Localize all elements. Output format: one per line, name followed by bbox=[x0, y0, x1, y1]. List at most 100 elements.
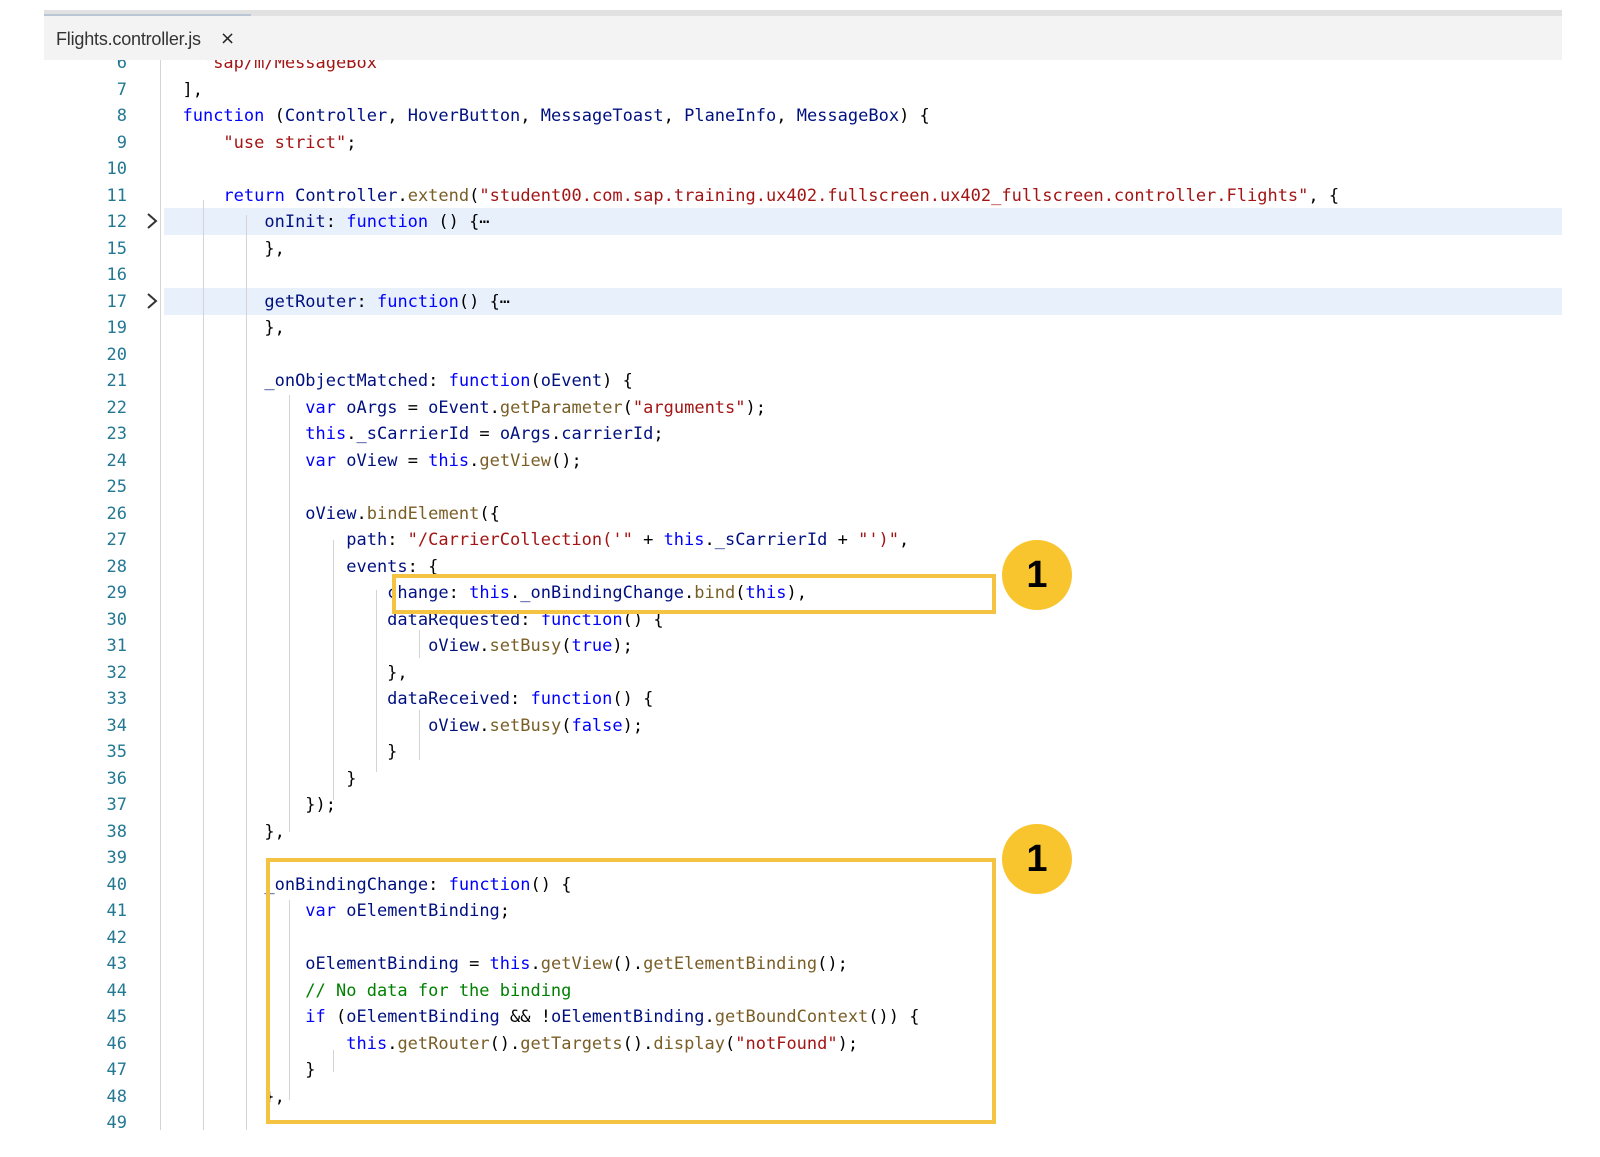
code-line[interactable]: 8 function (Controller, HoverButton, Mes… bbox=[44, 102, 1562, 129]
line-number: 24 bbox=[106, 450, 127, 471]
line-number: 10 bbox=[106, 159, 127, 179]
chevron-right-icon[interactable] bbox=[144, 291, 160, 311]
code-line[interactable]: 34 oView.setBusy(false); bbox=[44, 712, 1562, 739]
editor-tab[interactable]: Flights.controller.js × bbox=[44, 14, 251, 60]
line-number: 33 bbox=[106, 689, 127, 709]
line-number: 7 bbox=[116, 79, 127, 100]
line-number: 26 bbox=[106, 503, 127, 524]
code-text: oView.bindElement({ bbox=[305, 503, 500, 524]
code-line[interactable]: 24 var oView = this.getView(); bbox=[44, 447, 1562, 474]
code-line[interactable]: 37 }); bbox=[44, 791, 1562, 818]
code-text: return Controller.extend("student00.com.… bbox=[223, 185, 1340, 206]
callout-box-change bbox=[392, 574, 996, 614]
close-icon[interactable]: × bbox=[220, 28, 235, 49]
code-text: _onObjectMatched: function(oEvent) { bbox=[264, 371, 633, 391]
indent-guide bbox=[376, 590, 377, 772]
code-line[interactable]: 38 }, bbox=[44, 818, 1562, 845]
code-text: path: "/CarrierCollection('" + this._sCa… bbox=[346, 530, 910, 550]
indent-guide bbox=[333, 540, 334, 800]
line-number: 27 bbox=[106, 530, 127, 550]
code-line[interactable]: 12 onInit: function () {⋯ bbox=[44, 208, 1562, 235]
code-line[interactable]: 26 oView.bindElement({ bbox=[44, 500, 1562, 527]
line-number: 40 bbox=[106, 874, 127, 895]
code-text: }, bbox=[162, 318, 285, 338]
code-text: }, bbox=[162, 662, 408, 683]
code-text: function (Controller, HoverButton, Messa… bbox=[182, 106, 930, 126]
line-number: 6 bbox=[116, 60, 127, 73]
callout-badge-2: 1 bbox=[1002, 824, 1072, 894]
line-number: 12 bbox=[106, 212, 127, 232]
code-line[interactable]: 20 bbox=[44, 341, 1562, 368]
code-line[interactable]: 19 }, bbox=[44, 314, 1562, 341]
indent-guide bbox=[419, 710, 420, 760]
line-number: 30 bbox=[106, 609, 127, 630]
indent-guide bbox=[419, 630, 420, 658]
line-number: 37 bbox=[106, 795, 127, 815]
code-text: }); bbox=[162, 795, 336, 815]
callout-badge-1: 1 bbox=[1002, 540, 1072, 610]
code-line[interactable]: 22 var oArgs = oEvent.getParameter("argu… bbox=[44, 394, 1562, 421]
line-number: 35 bbox=[106, 742, 127, 762]
line-number: 19 bbox=[106, 318, 127, 338]
code-line[interactable]: 32 }, bbox=[44, 659, 1562, 686]
line-number: 49 bbox=[106, 1113, 127, 1133]
indent-guide bbox=[246, 215, 247, 1130]
code-line[interactable]: 21 _onObjectMatched: function(oEvent) { bbox=[44, 367, 1562, 394]
line-number: 43 bbox=[106, 954, 127, 974]
line-number: 29 bbox=[106, 583, 127, 603]
line-number: 38 bbox=[106, 821, 127, 842]
line-number: 21 bbox=[106, 371, 127, 391]
line-number: 25 bbox=[106, 477, 127, 497]
code-line[interactable]: 36 } bbox=[44, 765, 1562, 792]
line-number: 31 bbox=[106, 636, 127, 656]
code-line[interactable]: 17 getRouter: function() {⋯ bbox=[44, 287, 1562, 315]
line-number: 44 bbox=[106, 980, 127, 1001]
line-number: 42 bbox=[106, 927, 127, 948]
line-number: 41 bbox=[106, 901, 127, 921]
indent-guide bbox=[160, 60, 161, 1130]
code-line[interactable]: 10 bbox=[44, 155, 1562, 182]
code-line[interactable]: 15 }, bbox=[44, 235, 1562, 262]
code-line[interactable]: 31 oView.setBusy(true); bbox=[44, 632, 1562, 659]
line-number: 16 bbox=[106, 265, 127, 285]
line-number: 23 bbox=[106, 424, 127, 444]
callout-box-onbindingchange bbox=[266, 858, 996, 1124]
code-text: getRouter: function() {⋯ bbox=[264, 291, 511, 312]
code-text: } bbox=[162, 768, 357, 789]
code-text: "use strict"; bbox=[223, 132, 357, 153]
code-text: oView.setBusy(true); bbox=[428, 636, 633, 656]
line-number: 20 bbox=[106, 344, 127, 365]
line-number: 17 bbox=[106, 291, 127, 312]
code-text: ], bbox=[162, 79, 203, 100]
code-line[interactable]: 11 return Controller.extend("student00.c… bbox=[44, 182, 1562, 209]
code-line[interactable]: 16 bbox=[44, 261, 1562, 288]
line-number: 47 bbox=[106, 1060, 127, 1080]
line-number: 32 bbox=[106, 662, 127, 683]
code-text: } bbox=[162, 742, 398, 762]
code-line[interactable]: 27 path: "/CarrierCollection('" + this._… bbox=[44, 526, 1562, 553]
code-text: onInit: function () {⋯ bbox=[264, 212, 490, 232]
code-line[interactable]: 23 this._sCarrierId = oArgs.carrierId; bbox=[44, 420, 1562, 447]
code-text: 'sap/m/MessageBox' bbox=[202, 60, 388, 73]
code-line[interactable]: 25 bbox=[44, 473, 1562, 500]
line-number: 39 bbox=[106, 848, 127, 868]
line-number: 34 bbox=[106, 715, 127, 736]
code-text: var oArgs = oEvent.getParameter("argumen… bbox=[305, 397, 766, 418]
code-text: this._sCarrierId = oArgs.carrierId; bbox=[305, 424, 664, 444]
line-number: 36 bbox=[106, 768, 127, 789]
chevron-right-icon[interactable] bbox=[144, 211, 160, 231]
line-number: 8 bbox=[116, 106, 127, 126]
line-number: 48 bbox=[106, 1086, 127, 1107]
code-line[interactable]: 33 dataReceived: function() { bbox=[44, 685, 1562, 712]
line-number: 9 bbox=[116, 132, 127, 153]
indent-guide bbox=[203, 200, 204, 1130]
code-text: var oView = this.getView(); bbox=[305, 450, 582, 471]
code-text: dataReceived: function() { bbox=[387, 689, 654, 709]
code-line[interactable]: 9 "use strict"; bbox=[44, 129, 1562, 156]
code-line[interactable]: 6 'sap/m/MessageBox' bbox=[44, 60, 1562, 76]
code-text: }, bbox=[162, 821, 285, 842]
code-line[interactable]: 7 ], bbox=[44, 76, 1562, 103]
code-line[interactable]: 35 } bbox=[44, 738, 1562, 765]
line-number: 28 bbox=[106, 556, 127, 577]
code-text: oView.setBusy(false); bbox=[428, 715, 644, 736]
